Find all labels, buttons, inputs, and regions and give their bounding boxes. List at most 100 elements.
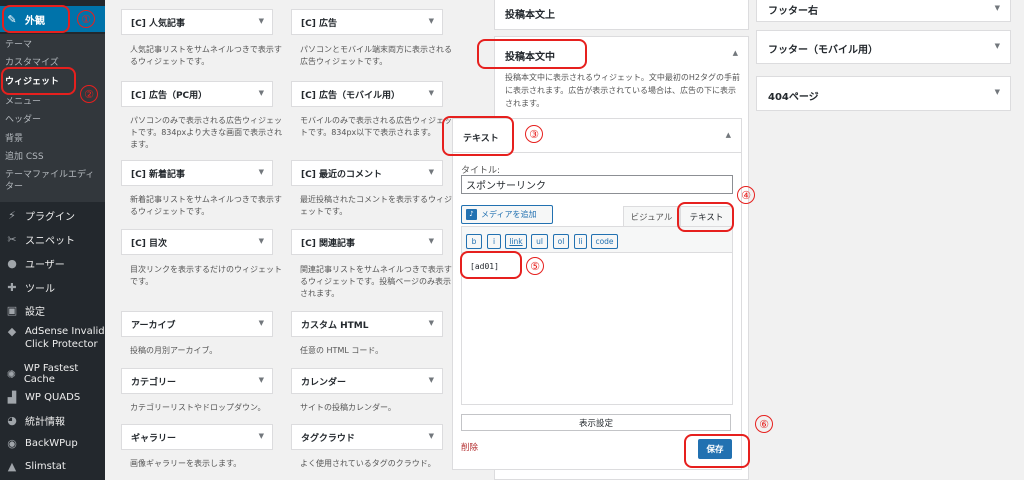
annotation-number: ④ (737, 186, 755, 204)
widget-title: [C] 広告（モバイル用） (301, 90, 400, 101)
menu-tools-label: ツール (25, 283, 55, 295)
submenu-header[interactable]: ヘッダー (5, 114, 105, 126)
submenu-theme-editor[interactable]: テーマファイルエディター (5, 169, 101, 193)
menu-users[interactable]: ● ユーザー (0, 250, 105, 276)
area-title: 投稿本文上 (505, 10, 555, 21)
menu-settings[interactable]: ▣ 設定 (0, 297, 105, 323)
qt-italic-button[interactable]: i (487, 234, 501, 249)
qt-code-button[interactable]: code (591, 234, 618, 249)
chevron-down-icon: ▼ (428, 432, 434, 440)
menu-adsense-protector-label: AdSense Invalid Click Protector (25, 326, 105, 350)
cache-icon: ✺ (6, 367, 17, 381)
add-media-label: メディアを追加 (481, 210, 537, 219)
qt-li-button[interactable]: li (574, 234, 587, 249)
widget-recent-comments[interactable]: [C] 最近のコメント ▼ (291, 160, 443, 186)
widget-ad-pc[interactable]: [C] 広告（PC用） ▼ (121, 81, 273, 107)
widget-related-posts[interactable]: [C] 関連記事 ▼ (291, 229, 443, 255)
widget-desc: カテゴリーリストやドロップダウン。 (130, 403, 266, 412)
widget-title: [C] 目次 (131, 238, 167, 249)
menu-snippets[interactable]: ✂ スニペット (0, 226, 105, 252)
annotation-number: ③ (525, 125, 543, 143)
widget-categories[interactable]: カテゴリー ▼ (121, 368, 273, 394)
chevron-up-icon[interactable]: ▲ (733, 49, 738, 57)
area-404[interactable]: 404ページ ▼ (756, 76, 1011, 111)
shield-icon: ◆ (7, 325, 17, 338)
area-title: 404ページ (768, 92, 819, 103)
qt-link-button[interactable]: link (505, 234, 527, 249)
media-icon: ♪ (466, 209, 477, 220)
chevron-down-icon: ▼ (258, 89, 264, 97)
chevron-down-icon: ▼ (258, 237, 264, 245)
widget-tag-cloud[interactable]: タグクラウド ▼ (291, 424, 443, 450)
pie-chart-icon: ◕ (7, 413, 17, 427)
widget-title: カレンダー (301, 377, 347, 388)
widget-desc: 画像ギャラリーを表示します。 (130, 459, 242, 468)
widget-archives[interactable]: アーカイブ ▼ (121, 311, 273, 337)
annotation-number: ⑤ (526, 257, 544, 275)
qt-ul-button[interactable]: ul (531, 234, 548, 249)
chevron-down-icon: ▼ (258, 319, 264, 327)
menu-slimstat[interactable]: ▲ Slimstat (0, 453, 105, 479)
widget-title: [C] 人気記事 (131, 18, 185, 29)
annotation-box-text-widget (442, 116, 514, 156)
annotation-box-area (477, 39, 587, 69)
submenu-background[interactable]: 背景 (5, 133, 105, 145)
submenu-themes[interactable]: テーマ (5, 39, 105, 51)
widget-desc: 新着記事リストをサムネイルつきで表示するウィジェットです。 (130, 195, 282, 216)
widget-desc: 任意の HTML コード。 (300, 346, 384, 355)
tab-visual[interactable]: ビジュアル (623, 206, 680, 226)
widget-desc: サイトの投稿カレンダー。 (300, 403, 396, 412)
area-above-content[interactable]: 投稿本文上 (494, 0, 749, 30)
annotation-box-appearance (2, 5, 70, 33)
widget-new-posts[interactable]: [C] 新着記事 ▼ (121, 160, 273, 186)
chevron-up-icon[interactable]: ▲ (726, 131, 731, 139)
menu-plugins-label: プラグイン (25, 211, 75, 223)
widget-desc: 投稿の月別アーカイブ。 (130, 346, 218, 355)
annotation-box-widgets (1, 67, 76, 95)
menu-statistics-label: 統計情報 (25, 416, 65, 428)
area-title: フッター右 (768, 6, 818, 17)
widget-desc: 最近投稿されたコメントを表示するウィジェットです。 (300, 195, 452, 216)
area-title: フッター（モバイル用） (768, 45, 878, 56)
menu-plugins[interactable]: ⚡ プラグイン (0, 202, 105, 228)
annotation-number: ② (80, 85, 98, 103)
submenu-additional-css[interactable]: 追加 CSS (5, 151, 105, 163)
qt-bold-button[interactable]: b (466, 234, 482, 249)
qt-ol-button[interactable]: ol (553, 234, 569, 249)
annotation-box-text-tab (677, 202, 734, 232)
widget-title: [C] 新着記事 (131, 169, 185, 180)
delete-link[interactable]: 削除 (461, 441, 478, 453)
widget-title: [C] 最近のコメント (301, 169, 382, 180)
widget-toc[interactable]: [C] 目次 ▼ (121, 229, 273, 255)
widget-desc: よく使用されているタグのクラウド。 (300, 459, 436, 468)
chevron-down-icon: ▼ (258, 168, 264, 176)
scissors-icon: ✂ (7, 232, 17, 246)
chevron-down-icon: ▼ (994, 42, 1000, 50)
widget-calendar[interactable]: カレンダー ▼ (291, 368, 443, 394)
widget-title: [C] 関連記事 (301, 238, 355, 249)
area-footer-mobile[interactable]: フッター（モバイル用） ▼ (756, 30, 1011, 64)
annotation-box-save (684, 434, 750, 468)
display-settings-button[interactable]: 表示設定 (461, 414, 731, 431)
menu-adsense-protector[interactable]: ◆ AdSense Invalid Click Protector (0, 322, 105, 354)
menu-snippets-label: スニペット (25, 235, 75, 247)
widget-title: [C] 広告 (301, 18, 337, 29)
widget-desc: モバイルのみで表示される広告ウィジェットです。834px以下で表示されます。 (300, 116, 452, 137)
widget-popular-posts[interactable]: [C] 人気記事 ▼ (121, 9, 273, 35)
menu-wp-fastest-cache-label: WP Fastest Cache (23, 363, 79, 385)
widget-title: タグクラウド (301, 433, 355, 444)
menu-settings-label: 設定 (25, 306, 45, 318)
widget-gallery[interactable]: ギャラリー ▼ (121, 424, 273, 450)
widget-custom-html[interactable]: カスタム HTML ▼ (291, 311, 443, 337)
annotation-number: ① (77, 10, 95, 28)
plug-icon: ⚡ (8, 208, 16, 222)
chevron-down-icon: ▼ (428, 376, 434, 384)
appearance-submenu: テーマ カスタマイズ ウィジェット メニュー ヘッダー 背景 追加 CSS テー… (0, 34, 105, 202)
widget-ad-mobile[interactable]: [C] 広告（モバイル用） ▼ (291, 81, 443, 107)
widget-ad[interactable]: [C] 広告 ▼ (291, 9, 443, 35)
chart-icon: ▲ (7, 459, 17, 473)
area-footer-right[interactable]: フッター右 ▼ (756, 0, 1011, 22)
menu-backwpup-label: BackWPup (25, 437, 78, 449)
title-input[interactable] (461, 175, 733, 194)
add-media-button[interactable]: ♪ メディアを追加 (461, 205, 553, 224)
